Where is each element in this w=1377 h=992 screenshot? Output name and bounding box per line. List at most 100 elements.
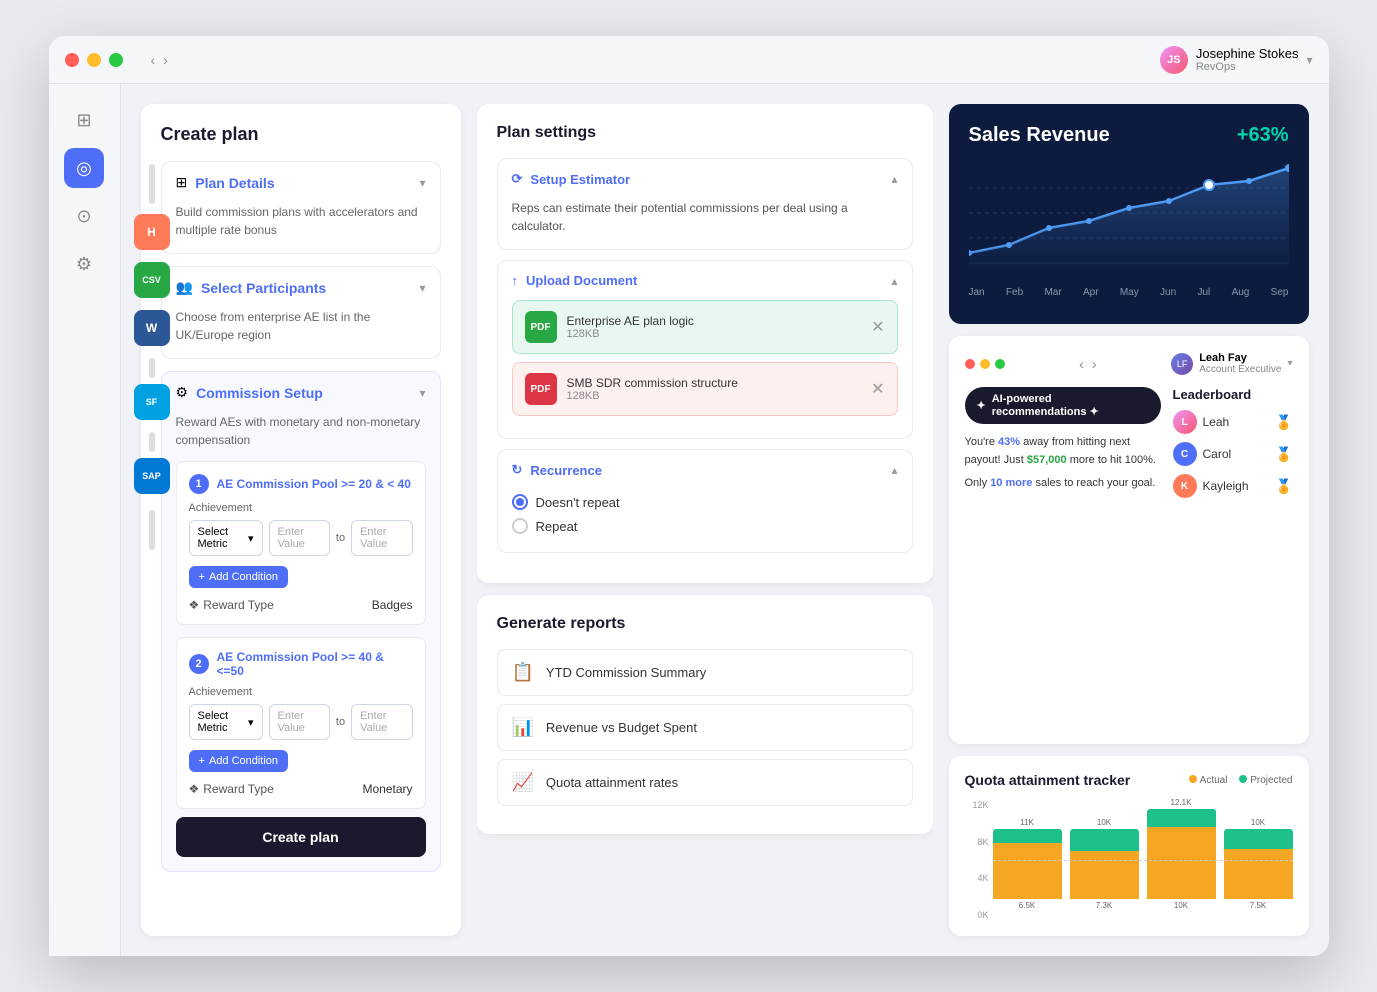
report-item-ytd[interactable]: 📋 YTD Commission Summary xyxy=(497,649,913,696)
mini-close-icon xyxy=(965,359,975,369)
report-item-quota[interactable]: 📈 Quota attainment rates xyxy=(497,759,913,806)
forward-arrow[interactable]: › xyxy=(163,52,168,68)
y-label-12k: 12K xyxy=(965,800,989,810)
report-quota-label: Quota attainment rates xyxy=(546,775,678,790)
recurrence-title: Recurrence xyxy=(530,463,602,478)
pdf-icon-2: PDF xyxy=(525,373,557,405)
radio-doesnt-repeat xyxy=(512,494,528,510)
upload-icon: ↑ xyxy=(512,273,519,288)
back-arrow[interactable]: ‹ xyxy=(151,52,156,68)
tier-1-value2-input[interactable]: Enter Value xyxy=(351,520,412,556)
lb-medal-carol: 🏅 xyxy=(1275,446,1292,463)
mini-maximize-icon xyxy=(995,359,1005,369)
ai-highlight-percent: 43% xyxy=(998,436,1020,448)
lb-name-leah: Leah xyxy=(1203,415,1270,429)
sidebar-item-camera[interactable]: ⊙ xyxy=(64,196,104,236)
upload-document-header[interactable]: ↑ Upload Document ▴ xyxy=(498,261,912,300)
chevron-down-icon: ▾ xyxy=(1306,53,1312,67)
tier-2-number: 2 xyxy=(189,654,209,674)
plan-details-icon: ⊞ xyxy=(176,174,188,191)
lb-item-kayleigh: K Kayleigh 🏅 xyxy=(1173,474,1293,498)
upload-2-name: SMB SDR commission structure xyxy=(567,376,738,390)
estimator-desc: Reps can estimate their potential commis… xyxy=(498,199,912,249)
sidebar-item-grid[interactable]: ⊞ xyxy=(64,100,104,140)
plan-details-header[interactable]: ⊞ Plan Details ▾ xyxy=(162,162,440,203)
tier-2-metric-chevron: ▾ xyxy=(248,716,254,729)
recurrence-header[interactable]: ↻ Recurrence ▴ xyxy=(498,450,912,490)
tier-2-metric-select[interactable]: Select Metric ▾ xyxy=(189,704,263,740)
mini-minimize-icon xyxy=(980,359,990,369)
bar-4-actual-label: 7.5K xyxy=(1250,901,1266,910)
minimize-button[interactable] xyxy=(87,53,101,67)
lb-item-carol: C Carol 🏅 xyxy=(1173,442,1293,466)
tier-2-achievement-label: Achievement xyxy=(189,686,413,698)
mini-back-arrow[interactable]: ‹ xyxy=(1079,356,1084,372)
sap-icon[interactable]: SAP xyxy=(134,458,170,494)
close-button[interactable] xyxy=(65,53,79,67)
mini-title-bar: ‹ › LF Leah Fay Account Executive ▾ xyxy=(965,352,1293,375)
tier-2-to-label: to xyxy=(336,716,345,728)
quota-title: Quota attainment tracker xyxy=(965,772,1131,788)
mini-user: LF Leah Fay Account Executive ▾ xyxy=(1171,352,1292,375)
tier-2-value2-input[interactable]: Enter Value xyxy=(351,704,412,740)
commission-setup-desc: Reward AEs with monetary and non-monetar… xyxy=(176,413,426,449)
estimator-icon: ⟳ xyxy=(512,171,523,187)
tier-2-name: AE Commission Pool >= 40 & <=50 xyxy=(217,650,413,678)
tier-1-metric-label: Select Metric xyxy=(198,526,244,550)
traffic-lights xyxy=(65,53,123,67)
ai-highlight-count: 10 more xyxy=(990,477,1032,489)
upload-2-close-button[interactable]: ✕ xyxy=(871,379,884,399)
recurrence-repeat[interactable]: Repeat xyxy=(512,518,898,534)
tier-1-value1-input[interactable]: Enter Value xyxy=(269,520,330,556)
leaderboard-section: Leaderboard L Leah 🏅 C Carol 🏅 xyxy=(1173,387,1293,506)
upload-1-close-button[interactable]: ✕ xyxy=(871,317,884,337)
ai-icon: ✦ xyxy=(977,399,986,412)
sidebar-item-settings[interactable]: ⚙ xyxy=(64,244,104,284)
create-plan-button[interactable]: Create plan xyxy=(176,817,426,857)
plan-settings-title: Plan settings xyxy=(497,124,913,142)
commission-setup-header[interactable]: ⚙ Commission Setup ▾ xyxy=(162,372,440,413)
salesforce-icon[interactable]: SF xyxy=(134,384,170,420)
word-icon[interactable]: W xyxy=(134,310,170,346)
tier-1-achievement-label: Achievement xyxy=(189,502,413,514)
user-info[interactable]: JS Josephine Stokes RevOps ▾ xyxy=(1160,46,1313,74)
revenue-card: Sales Revenue +63% xyxy=(949,104,1309,324)
recurrence-options: Doesn't repeat Repeat xyxy=(512,490,898,538)
leaderboard-title: Leaderboard xyxy=(1173,387,1293,402)
plan-settings-card: Plan settings ⟳ Setup Estimator ▴ Reps c… xyxy=(477,104,933,583)
tier-1-metric-select[interactable]: Select Metric ▾ xyxy=(189,520,263,556)
sidebar-item-target[interactable]: ◎ xyxy=(64,148,104,188)
bar-2-projected xyxy=(1070,829,1139,851)
title-bar: ‹ › JS Josephine Stokes RevOps ▾ xyxy=(49,36,1329,84)
ai-recommendations-button[interactable]: ✦ AI-powered recommendations ✦ xyxy=(965,387,1161,424)
plan-details-section: ⊞ Plan Details ▾ Build commission plans … xyxy=(161,161,441,254)
actual-dot xyxy=(1189,775,1197,783)
select-participants-header[interactable]: 👥 Select Participants ▾ xyxy=(162,267,440,308)
report-item-revenue[interactable]: 📊 Revenue vs Budget Spent xyxy=(497,704,913,751)
quota-legend: Actual Projected xyxy=(1189,775,1292,786)
tier-2-add-condition-button[interactable]: + Add Condition xyxy=(189,750,289,772)
generate-reports-title: Generate reports xyxy=(497,615,913,633)
setup-estimator-section: ⟳ Setup Estimator ▴ Reps can estimate th… xyxy=(497,158,913,250)
csv-icon[interactable]: CSV xyxy=(134,262,170,298)
revenue-chart xyxy=(969,163,1289,283)
quota-tracker-card: Quota attainment tracker Actual Projecte… xyxy=(949,756,1309,936)
upload-title: Upload Document xyxy=(526,273,637,288)
tier-1-add-condition-button[interactable]: + Add Condition xyxy=(189,566,289,588)
ai-leaderboard-card: ‹ › LF Leah Fay Account Executive ▾ xyxy=(949,336,1309,744)
bar-3: 12.1K 10K xyxy=(1147,798,1216,910)
tier-2-reward-icon: ❖ xyxy=(189,782,200,796)
recurrence-icon: ↻ xyxy=(512,462,523,478)
recurrence-doesnt-repeat[interactable]: Doesn't repeat xyxy=(512,494,898,510)
lb-name-kayleigh: Kayleigh xyxy=(1203,479,1270,493)
lb-avatar-carol: C xyxy=(1173,442,1197,466)
quota-chart-container: 12K 8K 4K 0K xyxy=(965,800,1293,920)
tier-1-add-condition-label: Add Condition xyxy=(209,571,278,583)
tier-2-reward-label: Reward Type xyxy=(203,782,273,796)
setup-estimator-header[interactable]: ⟳ Setup Estimator ▴ xyxy=(498,159,912,199)
tier-2-value1-input[interactable]: Enter Value xyxy=(269,704,330,740)
maximize-button[interactable] xyxy=(109,53,123,67)
mini-forward-arrow[interactable]: › xyxy=(1092,356,1097,372)
hubspot-icon[interactable]: H xyxy=(134,214,170,250)
tier-1-name: AE Commission Pool >= 20 & < 40 xyxy=(217,477,411,491)
